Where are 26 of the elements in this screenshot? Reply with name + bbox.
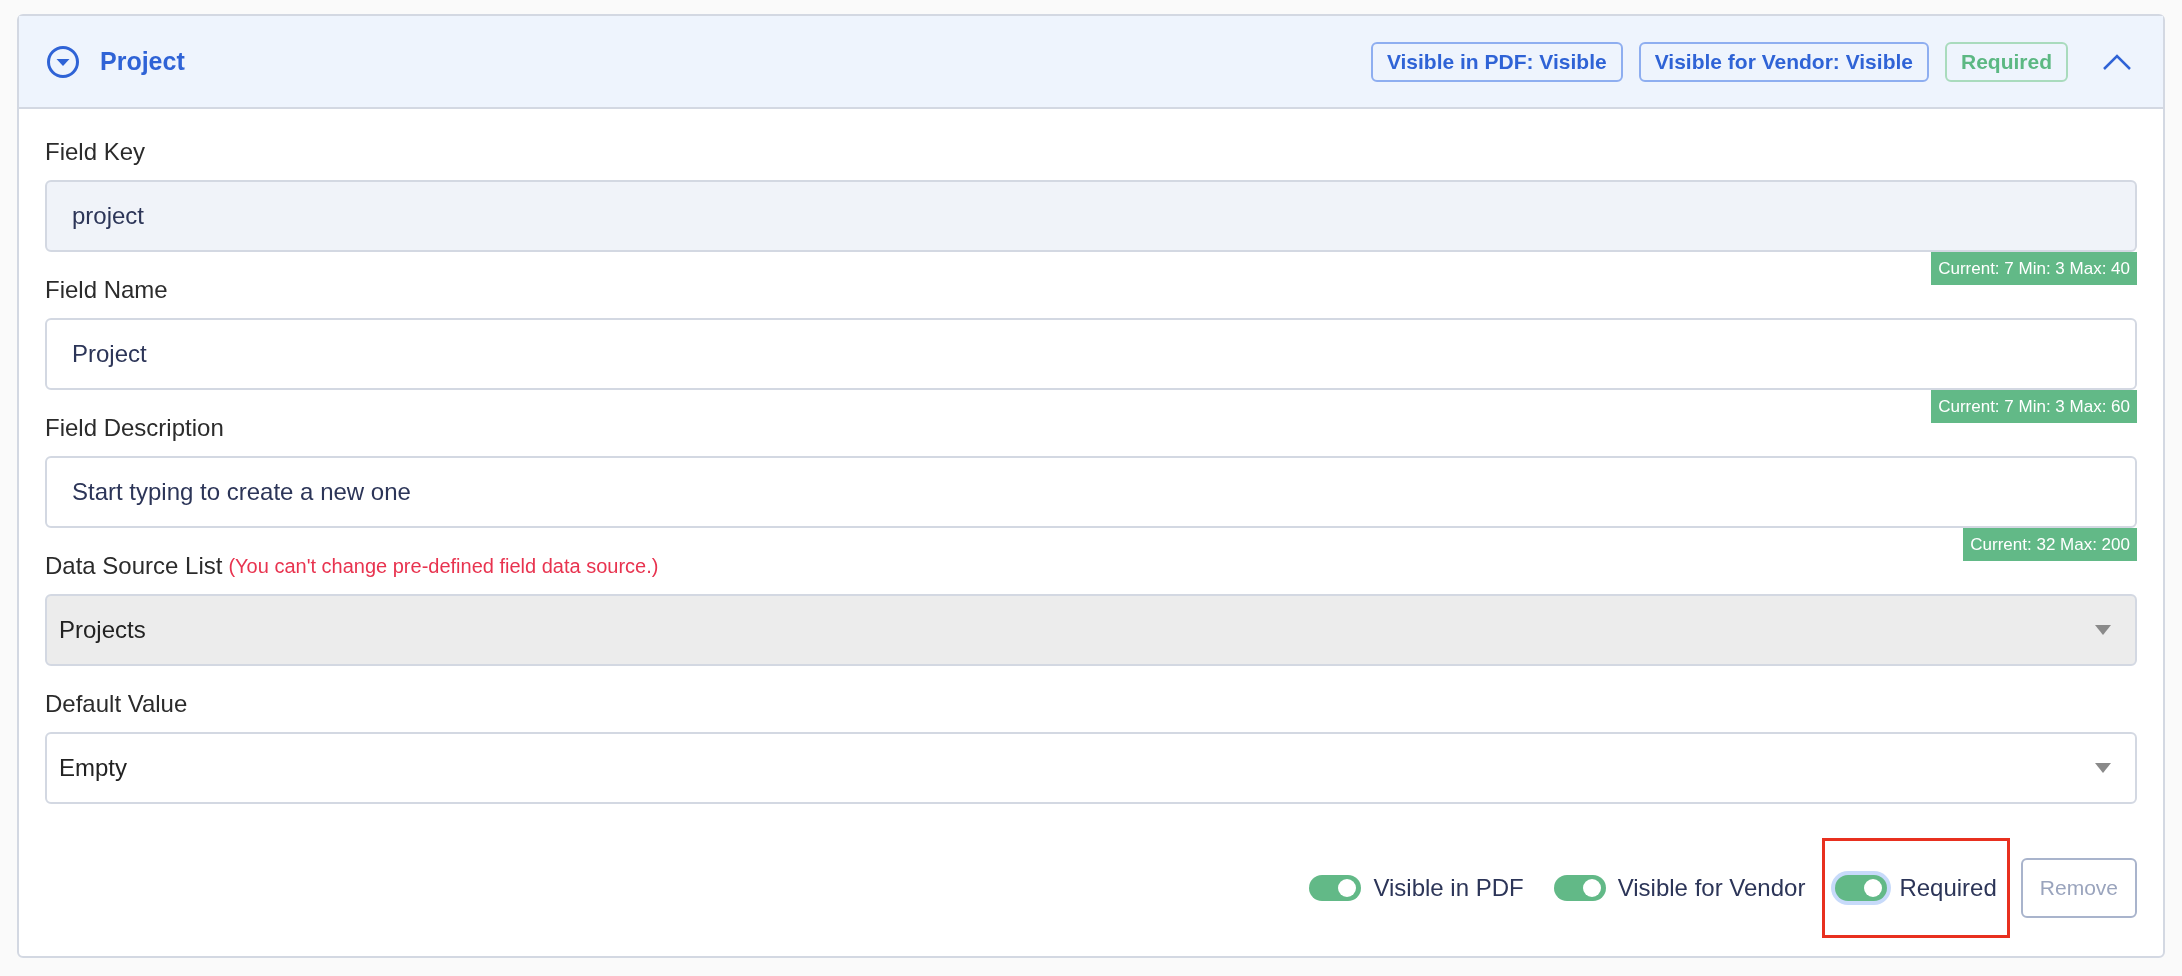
text-field[interactable]: Start typing to create a new one [45,456,2137,528]
toggle-switch[interactable] [1309,875,1362,901]
toggle-label: Visible in PDF [1373,873,1524,903]
field-label: Field Name [45,275,168,305]
field-label: Data Source List [45,551,223,581]
character-counter: Current: 7 Min: 3 Max: 60 [1931,390,2137,423]
chevron-up-icon[interactable] [2102,52,2132,71]
panel-title: Project [100,45,185,77]
field-label: Field Key [45,137,146,167]
toggle-label: Required [1899,873,1997,903]
status-badge: Required [1945,41,2068,82]
status-badge: Visible for Vendor: Visible [1638,41,1929,82]
toggle-switch[interactable] [1553,875,1606,901]
dropdown[interactable]: Empty [45,732,2137,804]
caret-icon [2095,625,2111,635]
character-counter: Current: 7 Min: 3 Max: 40 [1931,252,2137,285]
field-label: Field Description [45,413,224,443]
text-field[interactable]: Project [45,318,2137,390]
collapse-icon[interactable] [46,44,80,79]
text-field[interactable]: project [45,180,2137,252]
caret-icon [2095,763,2111,773]
character-counter: Current: 32 Max: 200 [1963,528,2137,561]
field-note: (You can't change pre-defined field data source.) [228,554,659,579]
field-label: Default Value [45,689,188,719]
status-badge: Visible in PDF: Visible [1370,41,1623,82]
toggle-label: Visible for Vendor [1617,873,1806,903]
